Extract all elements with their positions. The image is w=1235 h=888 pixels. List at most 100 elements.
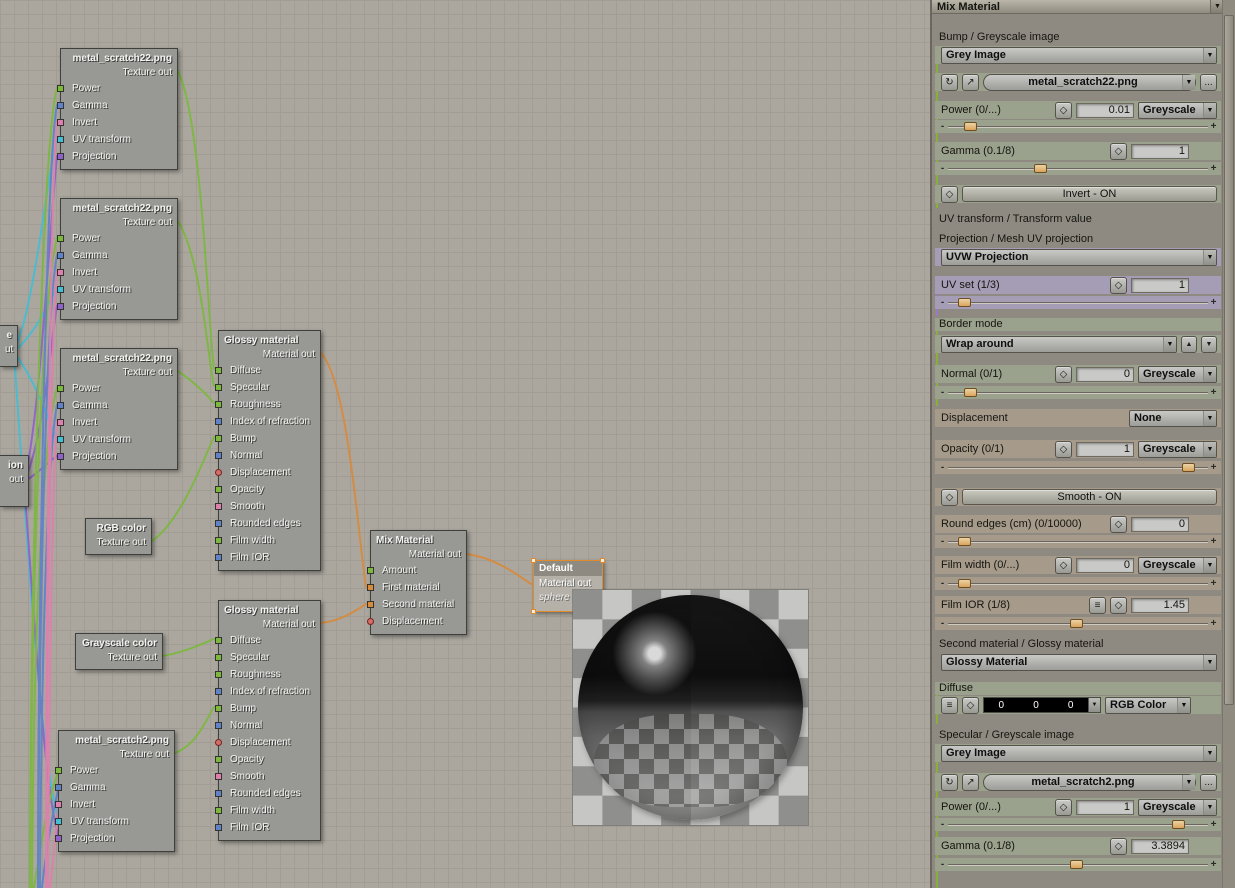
input-pin-index-of-refraction[interactable] xyxy=(215,688,222,695)
animate-toggle-icon[interactable]: ◇ xyxy=(1055,556,1072,574)
slider-minus[interactable]: - xyxy=(939,162,946,175)
input-pin-uv-transform[interactable] xyxy=(57,136,64,143)
slider-handle[interactable] xyxy=(1070,619,1084,628)
node-glossy-material-1[interactable]: Glossy material Material out Diffuse Spe… xyxy=(215,330,321,571)
browse-more-button[interactable]: ... xyxy=(1200,773,1217,791)
node-metal-scratch22-1[interactable]: metal_scratch22.png Texture out Power Ga… xyxy=(57,48,178,170)
input-pin-roughness[interactable] xyxy=(215,671,222,678)
input-pin-gamma[interactable] xyxy=(55,784,62,791)
input-pin-gamma[interactable] xyxy=(57,402,64,409)
move-up-button[interactable]: ▲ xyxy=(1181,335,1197,353)
input-pin-rounded-edges[interactable] xyxy=(215,520,222,527)
smooth-toggle-button[interactable]: Smooth - ON xyxy=(962,489,1217,505)
open-image-button[interactable]: ↗ xyxy=(962,773,979,791)
animate-toggle-icon[interactable]: ◇ xyxy=(962,696,979,714)
input-pin-opacity[interactable] xyxy=(215,756,222,763)
input-pin-roughness[interactable] xyxy=(215,401,222,408)
node-rgb-color[interactable]: RGB color Texture out xyxy=(85,518,152,555)
input-pin-first-material[interactable] xyxy=(367,584,374,591)
image-type-dropdown[interactable]: Grey Image ▼ xyxy=(941,46,1217,64)
node-partial-left-top[interactable]: e ut xyxy=(0,325,18,367)
input-pin-film-width[interactable] xyxy=(215,537,222,544)
input-pin-rounded-edges[interactable] xyxy=(215,790,222,797)
rgb-color-field[interactable]: 0 0 0 ▼ xyxy=(983,697,1101,713)
node-glossy-material-2[interactable]: Glossy material Material out Diffuse Spe… xyxy=(215,600,321,841)
slider-plus[interactable]: + xyxy=(1210,858,1217,871)
node-graph-canvas[interactable]: metal_scratch22.png Texture out Power Ga… xyxy=(0,0,930,888)
selection-handle[interactable] xyxy=(531,558,536,563)
invert-toggle-button[interactable]: Invert - ON xyxy=(962,186,1217,202)
input-pin-normal[interactable] xyxy=(215,722,222,729)
slider-plus[interactable]: + xyxy=(1210,535,1217,548)
channel-dropdown[interactable]: Greyscale ▼ xyxy=(1138,440,1217,458)
input-pin-film-width[interactable] xyxy=(215,807,222,814)
animate-toggle-icon[interactable]: ◇ xyxy=(941,185,958,203)
gamma-slider[interactable] xyxy=(948,162,1208,175)
slider-handle[interactable] xyxy=(963,122,977,131)
list-options-icon[interactable]: ≡ xyxy=(1089,596,1106,614)
input-pin-power[interactable] xyxy=(57,385,64,392)
input-pin-specular[interactable] xyxy=(215,654,222,661)
input-pin-uv-transform[interactable] xyxy=(57,286,64,293)
slider-plus[interactable]: + xyxy=(1210,617,1217,630)
input-pin-specular[interactable] xyxy=(215,384,222,391)
input-pin-second-material[interactable] xyxy=(367,601,374,608)
channel-dropdown[interactable]: Greyscale ▼ xyxy=(1138,556,1217,574)
node-type-dropdown[interactable]: Mix Material ▼ xyxy=(932,0,1224,14)
animate-toggle-icon[interactable]: ◇ xyxy=(1110,596,1127,614)
channel-dropdown[interactable]: Greyscale ▼ xyxy=(1138,101,1217,119)
displacement-dropdown[interactable]: None ▼ xyxy=(1129,409,1217,427)
animate-toggle-icon[interactable]: ◇ xyxy=(1110,142,1127,160)
animate-toggle-icon[interactable]: ◇ xyxy=(1110,515,1127,533)
input-pin-displacement[interactable] xyxy=(215,469,222,476)
image-file-dropdown[interactable]: metal_scratch22.png ▼ xyxy=(983,73,1196,91)
animate-toggle-icon[interactable]: ◇ xyxy=(1055,440,1072,458)
uv-set-slider[interactable] xyxy=(948,296,1208,309)
normal-slider[interactable] xyxy=(948,386,1208,399)
specular-gamma-slider[interactable] xyxy=(948,858,1208,871)
film-ior-value-field[interactable]: 1.45 xyxy=(1131,597,1189,613)
slider-minus[interactable]: - xyxy=(939,617,946,630)
scrollbar-thumb[interactable] xyxy=(1224,15,1234,705)
specular-power-slider[interactable] xyxy=(948,818,1208,831)
input-pin-power[interactable] xyxy=(55,767,62,774)
animate-toggle-icon[interactable]: ◇ xyxy=(1110,837,1127,855)
input-pin-projection[interactable] xyxy=(55,835,62,842)
input-pin-amount[interactable] xyxy=(367,567,374,574)
input-pin-diffuse[interactable] xyxy=(215,637,222,644)
input-pin-power[interactable] xyxy=(57,85,64,92)
slider-plus[interactable]: + xyxy=(1210,818,1217,831)
slider-minus[interactable]: - xyxy=(939,296,946,309)
input-pin-normal[interactable] xyxy=(215,452,222,459)
slider-handle[interactable] xyxy=(958,298,972,307)
slider-handle[interactable] xyxy=(958,579,972,588)
channel-dropdown[interactable]: Greyscale ▼ xyxy=(1138,365,1217,383)
input-pin-projection[interactable] xyxy=(57,453,64,460)
slider-handle[interactable] xyxy=(963,388,977,397)
slider-minus[interactable]: - xyxy=(939,120,946,133)
slider-minus[interactable]: - xyxy=(939,577,946,590)
slider-handle[interactable] xyxy=(1182,463,1195,472)
node-partial-left-bottom[interactable]: ion out xyxy=(0,455,29,507)
input-pin-power[interactable] xyxy=(57,235,64,242)
input-pin-bump[interactable] xyxy=(215,435,222,442)
input-pin-gamma[interactable] xyxy=(57,102,64,109)
channel-dropdown[interactable]: Greyscale ▼ xyxy=(1138,798,1217,816)
input-pin-index-of-refraction[interactable] xyxy=(215,418,222,425)
slider-plus[interactable]: + xyxy=(1210,386,1217,399)
input-pin-film-ior[interactable] xyxy=(215,824,222,831)
projection-dropdown[interactable]: UVW Projection ▼ xyxy=(941,248,1217,266)
animate-toggle-icon[interactable]: ◇ xyxy=(1055,365,1072,383)
move-down-button[interactable]: ▼ xyxy=(1201,335,1217,353)
input-pin-uv-transform[interactable] xyxy=(55,818,62,825)
input-pin-smooth[interactable] xyxy=(215,773,222,780)
round-edges-value-field[interactable]: 0 xyxy=(1131,516,1189,532)
input-pin-invert[interactable] xyxy=(57,269,64,276)
input-pin-diffuse[interactable] xyxy=(215,367,222,374)
node-mix-material[interactable]: Mix Material Material out Amount First m… xyxy=(367,530,467,635)
slider-handle[interactable] xyxy=(1033,164,1047,173)
input-pin-gamma[interactable] xyxy=(57,252,64,259)
slider-plus[interactable]: + xyxy=(1210,162,1217,175)
reload-image-button[interactable]: ↻ xyxy=(941,73,958,91)
second-material-dropdown[interactable]: Glossy Material ▼ xyxy=(941,653,1217,671)
